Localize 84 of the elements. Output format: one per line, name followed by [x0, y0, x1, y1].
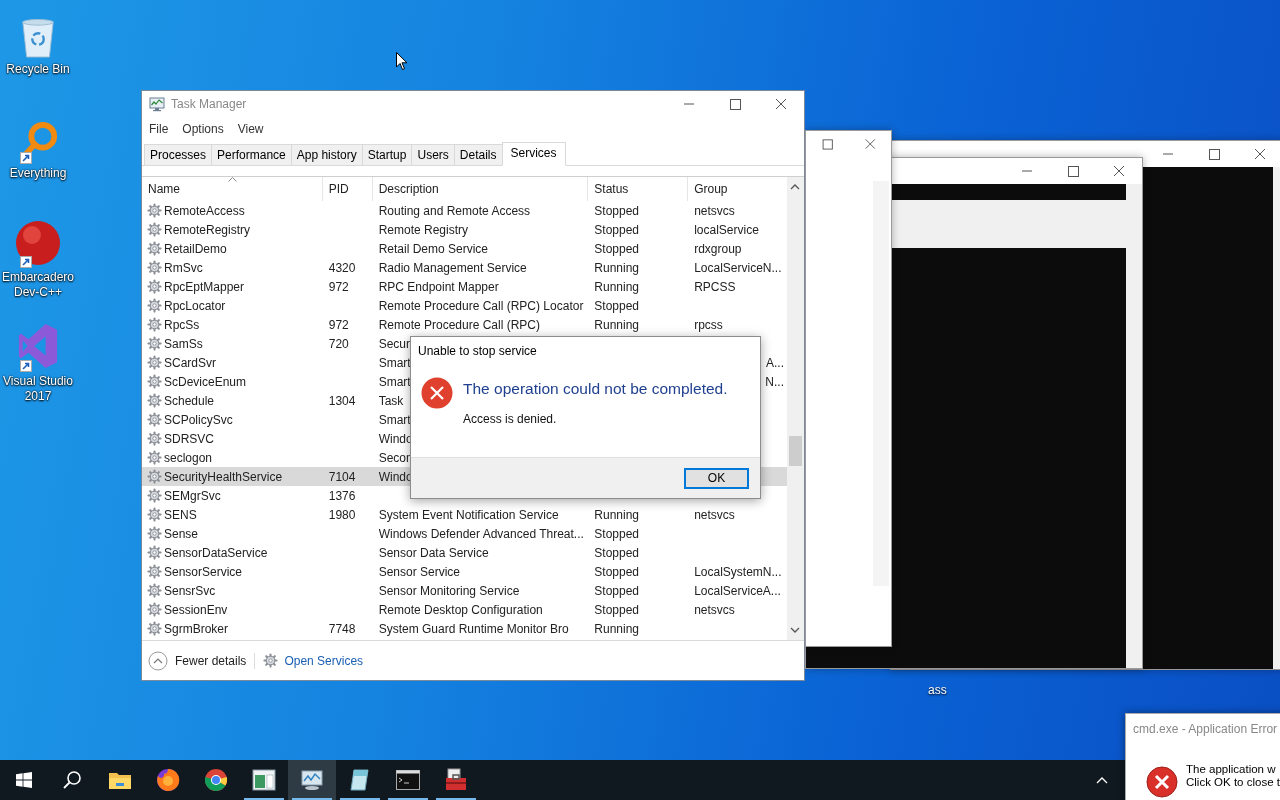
table-cell: netsvcs: [694, 203, 735, 218]
table-cell: RPCSS: [694, 279, 736, 294]
table-cell: LocalServiceN...: [694, 260, 782, 275]
service-name: Sense: [164, 526, 199, 541]
table-cell: netsvcs: [694, 507, 735, 522]
table-cell: Remote Procedure Call (RPC): [378, 317, 541, 332]
table-cell: rpcss: [694, 317, 723, 332]
service-name: SensorService: [164, 564, 243, 579]
service-name: RetailDemo: [164, 241, 227, 256]
table-cell: Remote Procedure Call (RPC) Locator: [378, 298, 584, 313]
table-cell: Sensor Data Service: [378, 545, 489, 560]
table-cell: Running: [594, 621, 639, 636]
table-cell: LocalSystemN...: [694, 564, 782, 579]
table-cell: Stopped: [594, 564, 639, 579]
dialog-title: Unable to stop service: [417, 343, 538, 360]
dialog-message: The application w: [1186, 763, 1277, 776]
service-name: SessionEnv: [164, 602, 228, 617]
service-name: RmSvc: [164, 260, 203, 275]
table-cell: Routing and Remote Access: [378, 203, 531, 218]
service-name: RpcLocator: [164, 298, 226, 313]
table-cell: RPC Endpoint Mapper: [378, 279, 499, 294]
service-name: RpcEptMapper: [164, 279, 245, 294]
service-name: SensorDataService: [164, 545, 268, 560]
table-cell: Smart: [378, 412, 411, 427]
dialog-message: Click OK to close t: [1186, 776, 1280, 789]
table-cell: Stopped: [594, 203, 639, 218]
service-name: SEMgrSvc: [164, 488, 221, 503]
table-cell: 972: [328, 279, 349, 294]
table-cell: Stopped: [594, 222, 639, 237]
table-cell: Smart: [378, 355, 411, 370]
table-cell: Sensor Service: [378, 564, 460, 579]
window-title: Task Manager: [171, 97, 248, 111]
service-name: SecurityHealthService: [164, 469, 283, 484]
service-name: SgrmBroker: [164, 621, 228, 636]
service-name: ScDeviceEnum: [164, 374, 247, 389]
service-name: SamSs: [164, 336, 203, 351]
table-cell: localService: [694, 222, 759, 237]
table-cell: Stopped: [594, 241, 639, 256]
service-name: SENS: [164, 507, 197, 522]
table-cell: 7748: [328, 621, 356, 636]
table-cell: Stopped: [594, 545, 639, 560]
table-cell: Remote Registry: [378, 222, 468, 237]
table-cell: Running: [594, 279, 639, 294]
table-cell: 1980: [328, 507, 356, 522]
table-cell: Radio Management Service: [378, 260, 527, 275]
table-cell: Secur: [378, 336, 410, 351]
table-cell: Stopped: [594, 583, 639, 598]
table-cell: A...: [766, 355, 784, 370]
dialog-message: Access is denied.: [463, 412, 558, 426]
dialog-title: cmd.exe - Application Error: [1132, 721, 1279, 738]
table-cell: Running: [594, 260, 639, 275]
service-name: RemoteRegistry: [164, 222, 251, 237]
table-cell: Stopped: [594, 602, 639, 617]
service-name: SensrSvc: [164, 583, 216, 598]
table-cell: System Guard Runtime Monitor Bro: [378, 621, 569, 636]
service-name: RemoteAccess: [164, 203, 245, 218]
table-cell: rdxgroup: [694, 241, 742, 256]
table-cell: 720: [328, 336, 349, 351]
table-cell: Sensor Monitoring Service: [378, 583, 520, 598]
table-cell: Stopped: [594, 526, 639, 541]
table-cell: 7104: [328, 469, 356, 484]
dialog-heading: The operation could not be completed.: [463, 380, 728, 398]
table-cell: System Event Notification Service: [378, 507, 559, 522]
table-cell: Task: [378, 393, 404, 408]
table-cell: Running: [594, 507, 639, 522]
table-cell: netsvcs: [694, 602, 735, 617]
service-name: SCardSvr: [164, 355, 216, 370]
service-name: seclogon: [164, 450, 213, 465]
table-cell: Retail Demo Service: [378, 241, 488, 256]
service-name: SCPolicySvc: [164, 412, 233, 427]
table-cell: Stopped: [594, 298, 639, 313]
table-cell: LocalServiceA...: [694, 583, 781, 598]
table-cell: 972: [328, 317, 349, 332]
table-cell: Running: [594, 317, 639, 332]
table-cell: 1304: [328, 393, 356, 408]
table-cell: Windows Defender Advanced Threat...: [378, 526, 584, 541]
table-cell: 1376: [328, 488, 356, 503]
service-name: SDRSVC: [164, 431, 214, 446]
table-cell: Remote Desktop Configuration: [378, 602, 543, 617]
service-name: RpcSs: [164, 317, 200, 332]
service-name: Schedule: [164, 393, 215, 408]
table-cell: N...: [765, 374, 784, 389]
table-cell: 4320: [328, 260, 356, 275]
table-cell: Smart: [378, 374, 411, 389]
